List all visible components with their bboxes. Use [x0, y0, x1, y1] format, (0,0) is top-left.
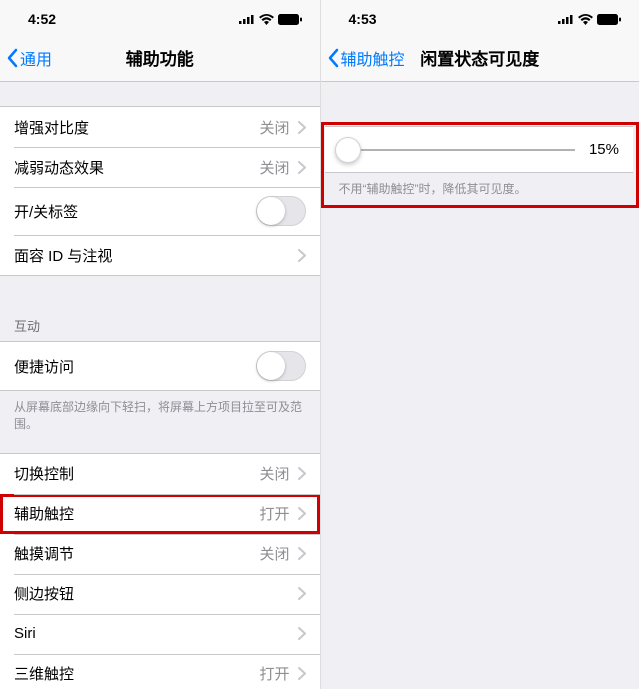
settings-row[interactable]: 增强对比度 关闭 — [0, 107, 320, 147]
cell-label: 减弱动态效果 — [14, 157, 104, 178]
slider-thumb[interactable] — [335, 137, 361, 163]
slider-value: 15% — [585, 141, 619, 158]
cell-value-wrap: 关闭 — [259, 463, 305, 484]
cell-label: 侧边按钮 — [14, 583, 74, 604]
cell-value-wrap: 关闭 — [259, 543, 305, 564]
settings-row[interactable]: 侧边按钮 — [0, 574, 320, 614]
chevron-right-icon — [298, 467, 306, 480]
back-label: 辅助触控 — [341, 46, 405, 70]
toggle-knob — [257, 197, 285, 225]
toggle-knob — [257, 352, 285, 380]
cell-value: 关闭 — [259, 463, 289, 484]
status-icons — [558, 14, 621, 25]
toggle[interactable] — [256, 351, 306, 381]
cell-label: 增强对比度 — [14, 117, 89, 138]
gap — [0, 82, 320, 106]
status-bar: 4:52 — [0, 0, 320, 34]
settings-row[interactable]: 切换控制 关闭 — [0, 454, 320, 494]
signal-icon — [558, 14, 574, 24]
chevron-right-icon — [298, 161, 306, 174]
wifi-icon — [578, 14, 593, 25]
settings-row[interactable]: 三维触控 打开 — [0, 654, 320, 689]
back-label: 通用 — [20, 46, 52, 70]
cell-label: 触摸调节 — [14, 543, 74, 564]
chevron-left-icon — [327, 48, 339, 68]
cell-label: 三维触控 — [14, 663, 74, 684]
gap — [0, 276, 320, 310]
cell-value: 打开 — [259, 663, 289, 684]
cell-value-wrap: 关闭 — [259, 117, 305, 138]
chevron-right-icon — [298, 627, 306, 640]
cell-label: 面容 ID 与注视 — [14, 245, 112, 266]
highlight-box: 15% 不用“辅助触控”时，降低其可见度。 — [321, 122, 639, 208]
back-button[interactable]: 通用 — [0, 46, 52, 70]
chevron-left-icon — [6, 48, 18, 68]
cell-label: Siri — [14, 625, 36, 642]
settings-group: 切换控制关闭辅助触控打开触摸调节关闭侧边按钮Siri三维触控打开轻点唤醒键盘摇动… — [0, 453, 320, 689]
section-footer: 不用“辅助触控”时，降低其可见度。 — [325, 173, 634, 204]
page-title: 辅助功能 — [126, 45, 194, 70]
nav-bar: 辅助触控 闲置状态可见度 — [321, 34, 639, 82]
chevron-right-icon — [298, 249, 306, 262]
section-footer: 从屏幕底部边缘向下轻扫，将屏幕上方项目拉至可及范围。 — [0, 391, 320, 439]
time: 4:52 — [28, 11, 56, 27]
chevron-right-icon — [298, 507, 306, 520]
toggle[interactable] — [256, 196, 306, 226]
gap — [0, 439, 320, 453]
settings-row[interactable]: 面容 ID 与注视 — [0, 235, 320, 275]
settings-row[interactable]: 开/关标签 — [0, 187, 320, 235]
cell-label: 辅助触控 — [14, 503, 74, 524]
cell-value-wrap: 打开 — [259, 663, 305, 684]
back-button[interactable]: 辅助触控 — [321, 46, 405, 70]
time: 4:53 — [349, 11, 377, 27]
cell-value-wrap — [298, 627, 306, 640]
settings-row[interactable]: 减弱动态效果 关闭 — [0, 147, 320, 187]
visibility-slider[interactable] — [339, 149, 576, 151]
cell-label: 便捷访问 — [14, 356, 74, 377]
settings-group: 增强对比度关闭减弱动态效果关闭开/关标签面容 ID 与注视 — [0, 106, 320, 276]
screenshot-left: 4:52 通用 辅助功能 增强对比度关闭减弱动态效果关闭开/关标签面容 ID 与… — [0, 0, 320, 689]
chevron-right-icon — [298, 121, 306, 134]
settings-row[interactable]: 便捷访问 — [0, 342, 320, 390]
battery-icon — [597, 14, 621, 25]
cell-value-wrap: 打开 — [259, 503, 305, 524]
battery-icon — [278, 14, 302, 25]
cell-value: 关闭 — [259, 157, 289, 178]
cell-label: 开/关标签 — [14, 201, 78, 222]
cell-value: 关闭 — [259, 117, 289, 138]
signal-icon — [239, 14, 255, 24]
cell-value-wrap — [298, 249, 306, 262]
section-header: 互动 — [0, 310, 320, 341]
chevron-right-icon — [298, 547, 306, 560]
gap — [321, 82, 639, 116]
visibility-slider-row: 15% — [325, 126, 634, 173]
cell-value: 打开 — [259, 503, 289, 524]
status-bar: 4:53 — [321, 0, 639, 34]
screenshot-right: 4:53 辅助触控 闲置状态可见度 15% 不用“辅助触控”时，降低其可见度。 — [320, 0, 639, 689]
settings-row[interactable]: 辅助触控 打开 — [0, 494, 320, 534]
settings-row[interactable]: Siri — [0, 614, 320, 654]
chevron-right-icon — [298, 667, 306, 680]
page-title: 闲置状态可见度 — [420, 45, 539, 70]
nav-bar: 通用 辅助功能 — [0, 34, 320, 82]
wifi-icon — [259, 14, 274, 25]
status-icons — [239, 14, 302, 25]
cell-value-wrap — [298, 587, 306, 600]
settings-group: 便捷访问 — [0, 341, 320, 391]
cell-label: 切换控制 — [14, 463, 74, 484]
settings-row[interactable]: 触摸调节 关闭 — [0, 534, 320, 574]
chevron-right-icon — [298, 587, 306, 600]
cell-value-wrap: 关闭 — [259, 157, 305, 178]
cell-value: 关闭 — [259, 543, 289, 564]
